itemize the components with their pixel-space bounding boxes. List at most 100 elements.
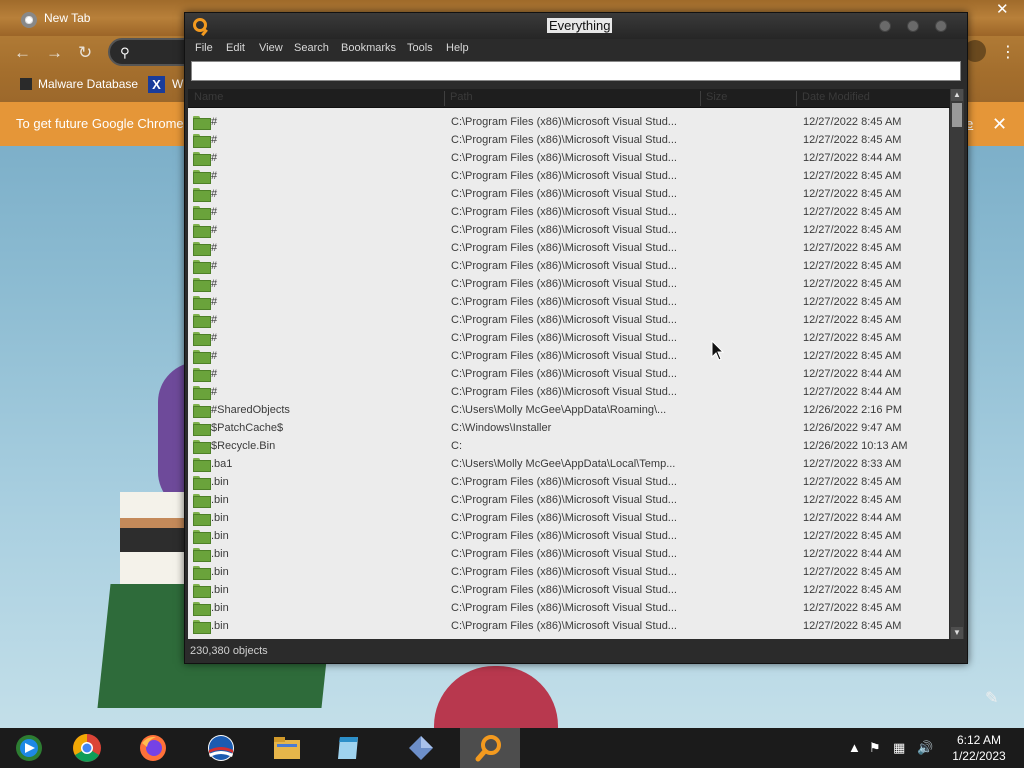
volume-icon[interactable]: 🔊 — [917, 740, 933, 756]
table-row[interactable]: .bin C:\Program Files (x86)\Microsoft Vis… — [188, 563, 949, 581]
search-box[interactable] — [191, 61, 961, 81]
taskbar-item[interactable] — [58, 728, 118, 768]
folder-icon — [193, 170, 211, 184]
customize-pencil-icon[interactable]: ✎ — [985, 688, 998, 708]
table-row[interactable]: # C:\Program Files (x86)\Microsoft Visual… — [188, 311, 949, 329]
everything-titlebar[interactable]: Everything — [185, 13, 967, 39]
table-row[interactable]: # C:\Program Files (x86)\Microsoft Visual… — [188, 167, 949, 185]
menu-bookmarks[interactable]: Bookmarks — [341, 42, 396, 54]
table-row[interactable]: # C:\Program Files (x86)\Microsoft Visual… — [188, 257, 949, 275]
taskbar-item[interactable] — [0, 728, 60, 768]
menu-edit[interactable]: Edit — [226, 42, 245, 54]
column-name[interactable]: Name — [194, 91, 223, 106]
menu-search[interactable]: Search — [294, 42, 329, 54]
row-path: C:\Program Files (x86)\Microsoft Visual … — [451, 134, 677, 146]
table-row[interactable]: # C:\Program Files (x86)\Microsoft Visual… — [188, 239, 949, 257]
row-name: # — [211, 116, 218, 128]
table-row[interactable]: # C:\Program Files (x86)\Microsoft Visual… — [188, 113, 949, 131]
vertical-scrollbar[interactable]: ▲ ▼ — [950, 89, 964, 639]
table-row[interactable]: # C:\Program Files (x86)\Microsoft Visual… — [188, 185, 949, 203]
table-row[interactable]: .bin C:\Program Files (x86)\Microsoft Vis… — [188, 473, 949, 491]
table-row[interactable]: .bin C:\Program Files (x86)\Microsoft Vis… — [188, 599, 949, 617]
folder-icon — [193, 242, 211, 256]
table-row[interactable]: .ba1 C:\Users\Molly McGee\AppData\Local\T… — [188, 455, 949, 473]
table-row[interactable]: .bin C:\Program Files (x86)\Microsoft Vis… — [188, 617, 949, 635]
folder-icon — [193, 314, 211, 328]
menu-help[interactable]: Help — [446, 42, 469, 54]
row-path: C:\Program Files (x86)\Microsoft Visual … — [451, 116, 677, 128]
row-date: 12/27/2022 8:45 AM — [803, 530, 902, 542]
table-row[interactable]: # C:\Program Files (x86)\Microsoft Visual… — [188, 365, 949, 383]
row-name: .bin — [211, 584, 229, 596]
bookmark-x-icon[interactable]: X — [148, 76, 165, 93]
row-date: 12/27/2022 8:45 AM — [803, 116, 902, 128]
menu-view[interactable]: View — [259, 42, 283, 54]
scrollbar-thumb[interactable] — [952, 103, 962, 127]
folder-icon — [193, 152, 211, 166]
minimize-button[interactable] — [879, 20, 891, 32]
bookmark-malware-database[interactable]: Malware Database — [20, 77, 138, 91]
table-row[interactable]: # C:\Program Files (x86)\Microsoft Visual… — [188, 347, 949, 365]
folder-icon — [193, 620, 211, 634]
taskbar-item[interactable] — [124, 728, 184, 768]
column-path[interactable]: Path — [450, 91, 473, 106]
menu-tools[interactable]: Tools — [407, 42, 433, 54]
back-icon[interactable]: ← — [14, 43, 31, 63]
column-divider[interactable] — [796, 91, 797, 106]
taskbar-item[interactable] — [392, 728, 452, 768]
show-hidden-icons-icon[interactable]: ▲ — [848, 740, 861, 755]
table-row[interactable]: .bin C:\Program Files (x86)\Microsoft Vis… — [188, 527, 949, 545]
chrome-tab[interactable]: New Tab — [8, 4, 184, 36]
row-name: # — [211, 260, 218, 272]
maximize-button[interactable] — [907, 20, 919, 32]
column-date-modified[interactable]: Date Modified — [802, 91, 870, 106]
column-divider[interactable] — [444, 91, 445, 106]
table-row[interactable]: $Recycle.Bin C: 12/26/2022 10:13 AM — [188, 437, 949, 455]
taskbar-item-active[interactable] — [460, 728, 520, 768]
bookmark-label[interactable]: W — [172, 77, 183, 91]
row-path: C: — [451, 440, 462, 452]
menu-file[interactable]: File — [195, 42, 213, 54]
table-row[interactable]: .bin C:\Program Files (x86)\Microsoft Vis… — [188, 491, 949, 509]
taskbar-item[interactable] — [258, 728, 318, 768]
table-row[interactable]: # C:\Program Files (x86)\Microsoft Visual… — [188, 329, 949, 347]
table-row[interactable]: # C:\Program Files (x86)\Microsoft Visual… — [188, 203, 949, 221]
search-input[interactable] — [192, 62, 960, 80]
close-button[interactable] — [935, 20, 947, 32]
results-list[interactable]: # C:\Program Files (x86)\Microsoft Visual… — [188, 108, 949, 639]
table-row[interactable]: .bin C:\Program Files (x86)\Microsoft Vis… — [188, 581, 949, 599]
chrome-close-icon[interactable]: ✕ — [996, 0, 1009, 18]
column-size[interactable]: Size — [706, 91, 727, 106]
row-date: 12/27/2022 8:45 AM — [803, 260, 902, 272]
scroll-up-icon[interactable]: ▲ — [951, 89, 963, 101]
row-date: 12/27/2022 8:45 AM — [803, 242, 902, 254]
row-date: 12/27/2022 8:45 AM — [803, 296, 902, 308]
taskbar-item[interactable] — [320, 728, 380, 768]
taskbar-item[interactable] — [192, 728, 252, 768]
table-row[interactable]: # C:\Program Files (x86)\Microsoft Visual… — [188, 275, 949, 293]
forward-icon[interactable]: → — [46, 43, 63, 63]
column-divider[interactable] — [700, 91, 701, 106]
row-date: 12/27/2022 8:45 AM — [803, 314, 902, 326]
scroll-down-icon[interactable]: ▼ — [951, 627, 963, 639]
system-clock[interactable]: 6:12 AM 1/22/2023 — [948, 732, 1010, 764]
reload-icon[interactable]: ↻ — [78, 43, 92, 63]
wallpaper-figure-stripe — [120, 518, 190, 528]
table-row[interactable]: # C:\Program Files (x86)\Microsoft Visual… — [188, 383, 949, 401]
chrome-menu-icon[interactable]: ⋮ — [1000, 42, 1016, 62]
table-row[interactable]: $PatchCache$ C:\Windows\Installer 12/26/20… — [188, 419, 949, 437]
table-row[interactable]: # C:\Program Files (x86)\Microsoft Visual… — [188, 221, 949, 239]
network-icon[interactable]: ▦ — [893, 740, 905, 756]
folder-icon — [193, 440, 211, 454]
table-row[interactable]: .bin C:\Program Files (x86)\Microsoft Vis… — [188, 545, 949, 563]
infobar-close-icon[interactable]: ✕ — [992, 114, 1007, 135]
table-row[interactable]: # C:\Program Files (x86)\Microsoft Visual… — [188, 293, 949, 311]
table-row[interactable]: # C:\Program Files (x86)\Microsoft Visual… — [188, 131, 949, 149]
row-name: # — [211, 350, 218, 362]
row-date: 12/27/2022 8:45 AM — [803, 584, 902, 596]
table-row[interactable]: .bin C:\Program Files (x86)\Microsoft Vis… — [188, 509, 949, 527]
action-center-flag-icon[interactable]: ⚑ — [869, 740, 881, 756]
row-date: 12/27/2022 8:45 AM — [803, 566, 902, 578]
table-row[interactable]: #SharedObjects C:\Users\Molly McGee\AppDa… — [188, 401, 949, 419]
table-row[interactable]: # C:\Program Files (x86)\Microsoft Visual… — [188, 149, 949, 167]
